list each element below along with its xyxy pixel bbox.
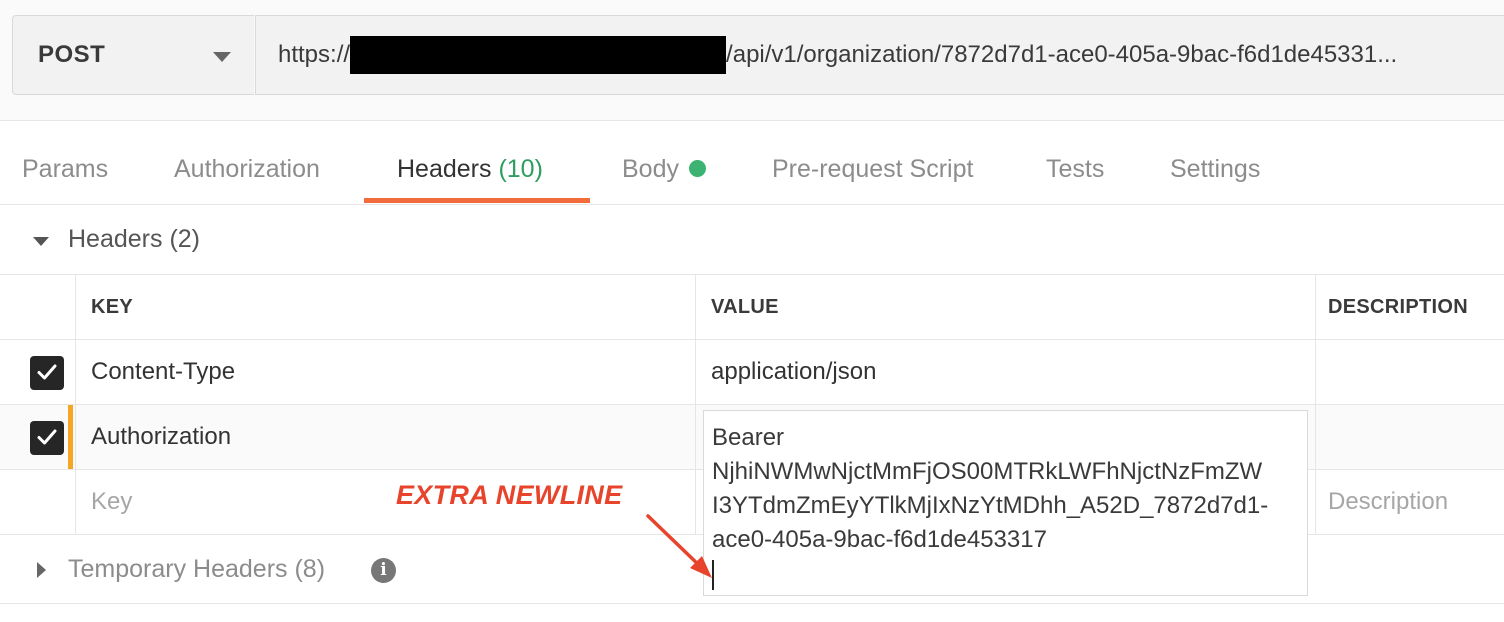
- tab-body[interactable]: Body: [622, 121, 706, 205]
- tab-label: Body: [622, 155, 679, 183]
- authorization-value-editor[interactable]: Bearer NjhiNWMwNjctMmFjOS00MTRkLWFhNjctN…: [703, 410, 1308, 596]
- request-bar: POST https:// /api/v1/organization/7872d7…: [0, 0, 1504, 121]
- column-header-description: DESCRIPTION: [1328, 295, 1468, 318]
- row-checkbox-cell: [0, 470, 76, 534]
- section-title: Headers (2): [68, 225, 200, 254]
- triangle-down-icon: [33, 237, 49, 246]
- temporary-headers-label: Temporary Headers: [68, 555, 288, 583]
- tab-label: Pre-request Script: [772, 155, 974, 183]
- tab-label: Headers: [397, 155, 492, 183]
- tab-label: Settings: [1170, 155, 1261, 183]
- url-prefix: https://: [278, 41, 351, 68]
- check-icon: [37, 364, 57, 380]
- value-line: ace0-405a-9bac-f6d1de453317: [712, 526, 1047, 553]
- tab-label: Authorization: [174, 155, 320, 183]
- method-select[interactable]: POST: [12, 15, 254, 95]
- bottom-strip: [0, 604, 1504, 622]
- table-row: Content-Type application/json: [0, 340, 1504, 405]
- request-tabs: Params Authorization Headers (10) Body P…: [0, 121, 1504, 205]
- triangle-right-icon: [37, 562, 46, 578]
- column-header-value: VALUE: [696, 275, 1316, 339]
- annotation-arrow-icon: [646, 514, 712, 578]
- tab-label: Tests: [1046, 155, 1105, 183]
- tab-pre-request-script[interactable]: Pre-request Script: [772, 121, 973, 205]
- tab-authorization[interactable]: Authorization: [174, 121, 320, 205]
- row-checkbox[interactable]: [30, 421, 64, 455]
- column-header-key: KEY: [76, 275, 696, 339]
- tab-headers[interactable]: Headers (10): [397, 121, 543, 205]
- url-redaction: [350, 36, 727, 74]
- value-cell[interactable]: application/json: [696, 340, 1316, 404]
- row-checkbox-cell: [0, 340, 76, 404]
- postman-request-editor: POST https:// /api/v1/organization/7872d7…: [0, 0, 1504, 622]
- url-suffix: /api/v1/organization/7872d7d1-ace0-405a-…: [726, 41, 1398, 68]
- row-edit-indicator: [68, 405, 73, 469]
- temporary-headers-count: (8): [294, 555, 326, 583]
- temporary-headers-title: Temporary Headers (8): [68, 555, 325, 584]
- info-icon[interactable]: i: [371, 558, 396, 583]
- section-count: (2): [169, 225, 201, 253]
- tab-params[interactable]: Params: [22, 121, 108, 205]
- method-label: POST: [38, 41, 106, 68]
- tab-tests[interactable]: Tests: [1046, 121, 1104, 205]
- annotation-label: EXTRA NEWLINE: [396, 480, 623, 510]
- status-dot-icon: [688, 159, 706, 177]
- url-input[interactable]: https:// /api/v1/organization/7872d7d1-ac…: [255, 15, 1504, 95]
- new-description-input[interactable]: Description: [1316, 470, 1504, 534]
- description-cell[interactable]: [1316, 405, 1504, 469]
- check-icon: [37, 429, 57, 445]
- description-cell[interactable]: [1316, 340, 1504, 404]
- tab-count-badge: (10): [498, 155, 543, 183]
- tab-label: Params: [22, 155, 109, 183]
- caret-down-icon: [213, 52, 231, 62]
- key-cell[interactable]: Content-Type: [76, 340, 696, 404]
- row-checkbox-cell: [0, 405, 76, 469]
- headers-section-toggle[interactable]: Headers (2): [0, 205, 1504, 275]
- value-line: NjhiNWMwNjctMmFjOS00MTRkLWFhNjctNzFmZW: [712, 458, 1263, 485]
- empty-line: [712, 557, 1307, 591]
- section-title-text: Headers: [68, 225, 163, 253]
- value-line: I3YTdmZmEyYTlkMjIxNzYtMDhh_A52D_7872d7d1…: [712, 492, 1269, 519]
- table-header-row: KEY VALUE DESCRIPTION: [0, 275, 1504, 340]
- value-line: Bearer: [712, 424, 785, 451]
- key-cell[interactable]: Authorization: [76, 405, 696, 469]
- checkbox-column-header: [0, 275, 76, 339]
- tab-settings[interactable]: Settings: [1170, 121, 1260, 205]
- row-checkbox[interactable]: [30, 356, 64, 390]
- active-tab-underline: [364, 198, 590, 203]
